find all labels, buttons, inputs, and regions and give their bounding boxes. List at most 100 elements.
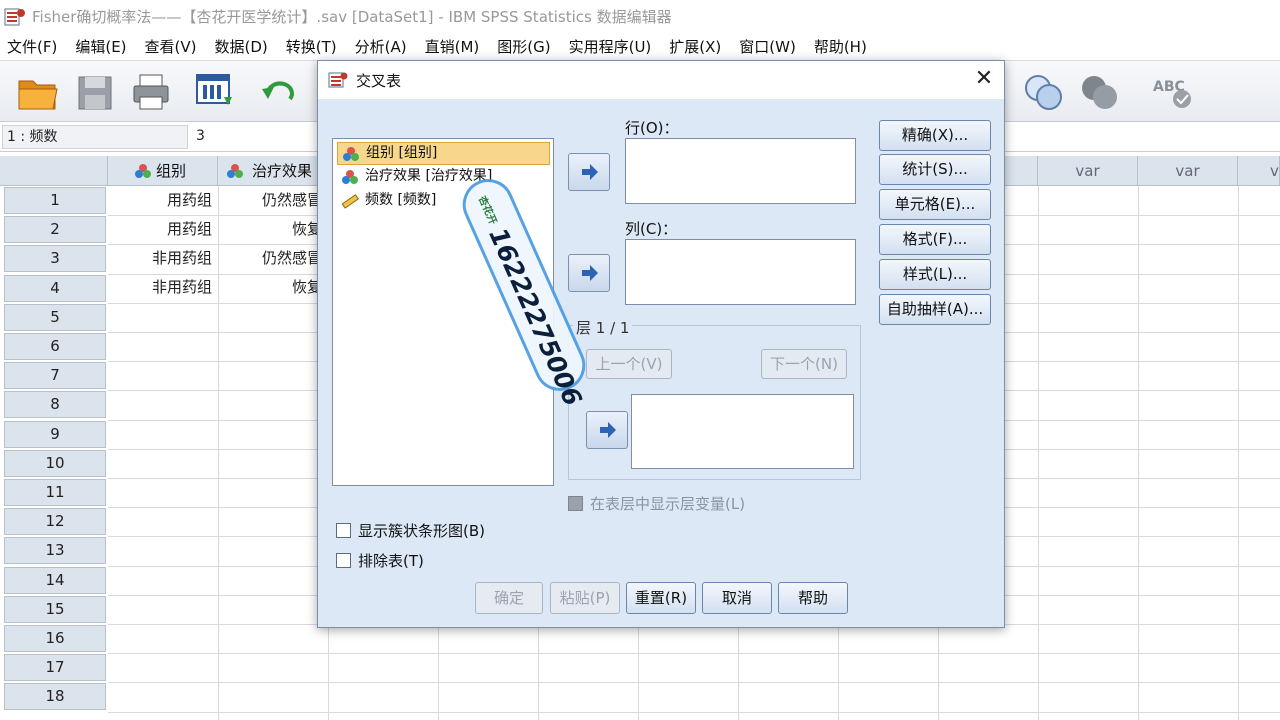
crosstabs-icon [328,72,348,88]
cell-group[interactable]: 用药组 [110,186,216,215]
row-header[interactable]: 1 [4,187,106,214]
row-header[interactable]: 14 [4,566,106,594]
row-header[interactable]: 8 [4,391,106,419]
row-header[interactable]: 10 [4,449,106,477]
clustered-bar-chart-checkbox[interactable]: 显示簇状条形图(B) [336,520,485,541]
variable-label: 频数 [频数] [365,192,437,208]
columns-label: 列(C)： [625,220,678,238]
columns-target-list[interactable] [625,239,856,305]
dialog-title: 交叉表 [356,72,402,90]
column-header-group[interactable]: 组别 [108,156,218,186]
row-header[interactable]: 7 [4,362,106,390]
grid-column-line [1238,186,1239,720]
window-titlebar: Fisher确切概率法——【杏花开医学统计】.sav [DataSet1] - … [0,0,1280,33]
row-header[interactable]: 3 [4,245,106,273]
row-header[interactable]: 16 [4,625,106,652]
menu-file[interactable]: 文件(F) [7,36,57,57]
undo-icon[interactable] [258,71,302,113]
format-button[interactable]: 格式(F)... [879,224,991,255]
statistics-button[interactable]: 统计(S)... [879,154,991,185]
checkbox-box [336,523,351,538]
cell-treatment[interactable]: 仍然感冒 [220,244,326,273]
bootstrap-button[interactable]: 自助抽样(A)... [879,294,991,325]
row-header[interactable]: 13 [4,537,106,565]
cell-group[interactable]: 用药组 [110,215,216,244]
nominal-variable-icon [135,164,151,178]
rows-target-list[interactable] [625,138,856,204]
column-header-var-partial[interactable]: v [1238,156,1280,186]
checkbox-label: 显示簇状条形图(B) [358,522,485,540]
print-icon[interactable] [130,71,174,113]
nominal-variable-icon [342,170,358,184]
menu-bar: 文件(F) 编辑(E) 查看(V) 数据(D) 转换(T) 分析(A) 直销(M… [0,33,1280,60]
row-header[interactable]: 6 [4,333,106,360]
cancel-button[interactable]: 取消 [702,582,772,614]
show-layer-variables-checkbox[interactable]: 在表层中显示层变量(L) [568,493,745,514]
arrow-right-icon [600,422,616,438]
cell-treatment[interactable]: 仍然感冒 [220,186,326,215]
menu-extensions[interactable]: 扩展(X) [669,36,721,57]
cell-treatment[interactable]: 恢复 [220,273,326,302]
cell-group[interactable]: 非用药组 [110,273,216,302]
nominal-variable-icon [227,164,243,178]
row-header[interactable]: 2 [4,216,106,244]
circles-icon[interactable] [1022,71,1066,113]
grid-row-line [108,682,1280,684]
row-header[interactable]: 18 [4,683,106,711]
value-labels-icon[interactable] [1078,71,1122,113]
menu-edit[interactable]: 编辑(E) [75,36,126,57]
move-to-layer-button[interactable] [586,411,628,449]
column-header-treatment[interactable]: 治疗效果 [218,156,328,186]
suppress-tables-checkbox[interactable]: 排除表(T) [336,550,424,571]
row-header[interactable]: 15 [4,595,106,623]
cell-treatment[interactable]: 恢复 [220,215,326,244]
dialog-titlebar: 交叉表 ✕ [318,61,1004,99]
cell-group[interactable]: 非用药组 [110,244,216,273]
row-header[interactable]: 5 [4,303,106,331]
menu-transform[interactable]: 转换(T) [286,36,337,57]
checkbox-label: 排除表(T) [358,552,424,570]
row-header[interactable]: 9 [4,420,106,448]
variable-item-group[interactable]: 组别 [组别] [337,142,550,165]
row-header[interactable]: 11 [4,479,106,506]
checkbox-box [336,553,351,568]
style-button[interactable]: 样式(L)... [879,259,991,290]
menu-help[interactable]: 帮助(H) [814,36,867,57]
watermark: 杏花开 16222275006 [454,165,594,410]
close-icon[interactable]: ✕ [970,67,998,93]
save-icon[interactable] [74,71,118,113]
grid-row-line [108,653,1280,655]
column-header-label: 治疗效果 [252,162,313,180]
variable-label: 组别 [组别] [366,145,438,161]
menu-graphs[interactable]: 图形(G) [497,36,550,57]
exact-button[interactable]: 精确(X)... [879,120,991,151]
grid-row-line [108,711,1280,713]
row-header[interactable]: 4 [4,274,106,302]
dialog-recall-icon[interactable] [194,71,238,113]
paste-button[interactable]: 粘贴(P) [550,582,620,614]
cell-reference: 1 : 频数 [2,125,188,149]
menu-utilities[interactable]: 实用程序(U) [569,36,652,57]
next-layer-button[interactable]: 下一个(N) [761,349,847,379]
layer-target-list[interactable] [631,394,854,469]
open-folder-icon[interactable] [16,71,60,113]
ok-button[interactable]: 确定 [475,582,543,614]
nominal-variable-icon [343,147,359,161]
column-header-var[interactable]: var [1038,156,1138,186]
menu-data[interactable]: 数据(D) [215,36,268,57]
previous-layer-button[interactable]: 上一个(V) [586,349,672,379]
spellcheck-icon[interactable]: ABC [1150,71,1194,113]
menu-view[interactable]: 查看(V) [145,36,197,57]
menu-analyze[interactable]: 分析(A) [355,36,407,57]
column-header-var[interactable]: var [1138,156,1238,186]
cells-button[interactable]: 单元格(E)... [879,189,991,220]
row-header[interactable]: 17 [4,654,106,682]
help-button[interactable]: 帮助 [778,582,848,614]
menu-window[interactable]: 窗口(W) [739,36,796,57]
row-header[interactable]: 12 [4,508,106,536]
menu-direct-marketing[interactable]: 直销(M) [425,36,480,57]
grid-corner[interactable] [0,156,108,186]
checkbox-box [568,496,583,511]
variable-item-frequency[interactable]: 频数 [频数] [337,190,436,213]
reset-button[interactable]: 重置(R) [626,582,696,614]
